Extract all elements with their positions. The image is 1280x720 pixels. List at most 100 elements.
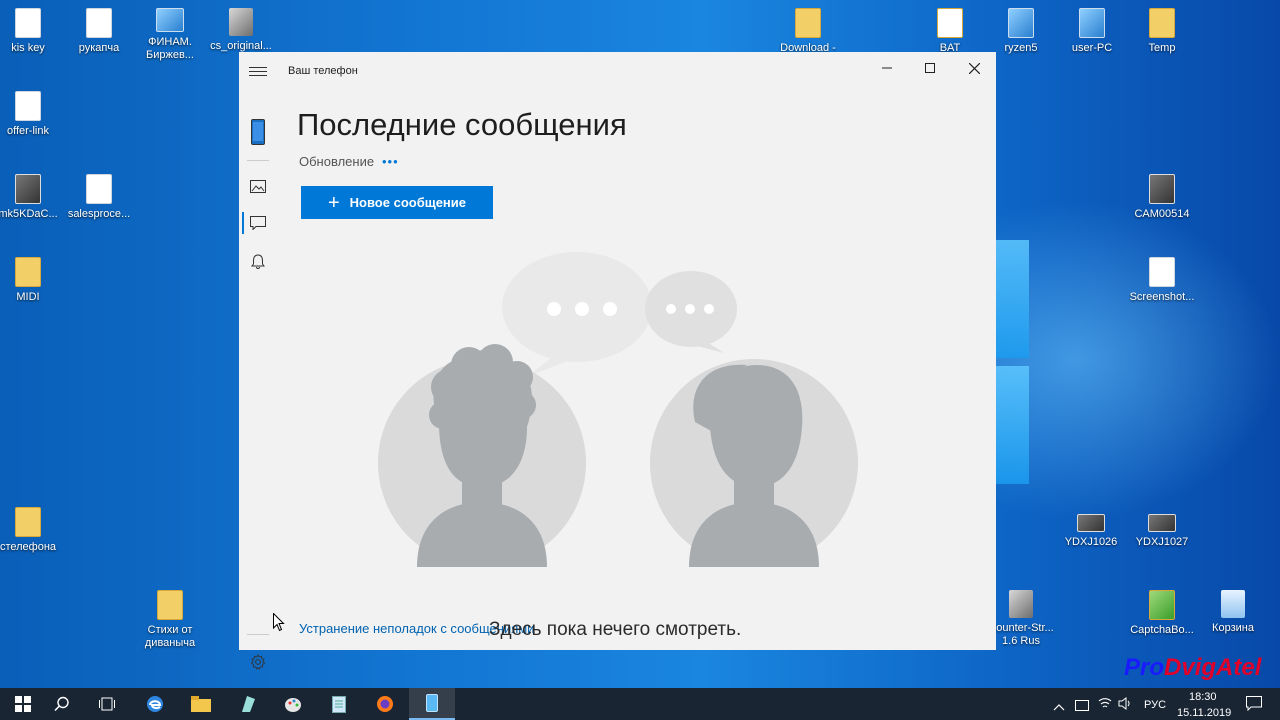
taskbar-notepad[interactable] — [316, 688, 362, 720]
desktop-icon-download[interactable]: Download - — [770, 8, 846, 55]
taskbar-paint[interactable] — [270, 688, 316, 720]
desktop-icon-rukapcha[interactable]: рукапча — [61, 8, 137, 55]
desktop-icon-captchabo[interactable]: CaptchaBo... — [1124, 590, 1200, 637]
taskbar-file-explorer[interactable] — [178, 688, 224, 720]
app-shortcut-icon — [156, 8, 184, 32]
refresh-status: Обновление — [299, 154, 375, 169]
sidebar-divider — [247, 160, 269, 161]
start-icon — [15, 696, 31, 712]
loading-dots: ••• — [382, 154, 399, 169]
close-button[interactable] — [952, 52, 996, 84]
desktop-icon-stikhi[interactable]: Стихи от диваныча — [132, 590, 208, 650]
sidebar-divider — [247, 634, 269, 635]
action-center-button[interactable] — [1246, 696, 1262, 716]
folder-icon — [15, 507, 41, 537]
desktop-icon-ydxj1026[interactable]: YDXJ1026 — [1053, 514, 1129, 549]
document-icon — [86, 174, 112, 204]
sidebar-nav — [239, 90, 277, 670]
close-icon — [968, 62, 980, 74]
search-icon — [54, 696, 69, 712]
new-message-button[interactable]: + Новое сообщение — [301, 186, 493, 219]
watermark: ProDvigAtel — [1124, 654, 1261, 682]
show-hidden-icons-button[interactable] — [1053, 698, 1065, 716]
edge-icon — [147, 696, 163, 712]
minimize-button[interactable] — [865, 52, 909, 84]
tray-app-icon — [1075, 700, 1089, 711]
file-explorer-icon — [191, 696, 211, 712]
folder-icon — [157, 590, 183, 620]
notifications-icon — [251, 253, 265, 269]
sidebar-item-messages[interactable] — [239, 209, 277, 237]
video-icon — [1148, 514, 1176, 532]
desktop-icon-temp[interactable]: Temp — [1124, 8, 1200, 55]
taskbar-edge[interactable] — [132, 688, 178, 720]
recycle-bin-icon — [1221, 590, 1245, 618]
desktop-icon-cs-original[interactable]: cs_original... — [203, 8, 279, 53]
desktop-icon-mk5kdac[interactable]: mk5KDaC... — [0, 174, 66, 221]
search-button[interactable] — [39, 688, 85, 720]
app-icon — [242, 696, 255, 712]
taskbar-firefox[interactable] — [362, 688, 408, 720]
desktop-icon-midi[interactable]: MIDI — [0, 257, 66, 304]
volume-button[interactable] — [1118, 697, 1132, 715]
title-bar[interactable]: Ваш телефон — [239, 52, 996, 90]
mouse-cursor-icon — [273, 613, 285, 632]
game-icon — [1009, 590, 1033, 618]
desktop-icon-ryzen5[interactable]: ryzen5 — [983, 8, 1059, 55]
chevron-up-icon — [1053, 704, 1065, 711]
window-title: Ваш телефон — [288, 65, 358, 77]
plus-icon: + — [327, 191, 340, 214]
computer-icon — [1008, 8, 1034, 38]
computer-icon — [1079, 8, 1105, 38]
language-indicator[interactable]: РУС — [1144, 699, 1166, 711]
network-button[interactable] — [1098, 696, 1112, 715]
folder-icon — [795, 8, 821, 38]
taskbar-your-phone[interactable] — [409, 688, 455, 720]
sidebar-item-photos[interactable] — [239, 172, 277, 200]
minimize-icon — [882, 67, 892, 69]
desktop-icon-user-pc[interactable]: user-PC — [1054, 8, 1130, 55]
document-icon — [15, 91, 41, 121]
image-icon — [1149, 174, 1175, 204]
your-phone-icon — [426, 694, 438, 712]
desktop-icon-kis-key[interactable]: kis key — [0, 8, 66, 55]
tray-app-button[interactable] — [1075, 698, 1089, 716]
empty-state-text: Здесь пока нечего смотреть. — [489, 619, 742, 640]
clock-date[interactable]: 15.11.2019 — [1177, 707, 1231, 719]
empty-conversation-illustration — [378, 252, 858, 567]
document-icon — [15, 8, 41, 38]
task-view-button[interactable] — [84, 688, 130, 720]
folder-icon — [15, 257, 41, 287]
sidebar-item-phone[interactable] — [239, 112, 277, 152]
taskbar-app[interactable] — [224, 688, 270, 720]
game-icon — [229, 8, 253, 36]
sidebar-item-notifications[interactable] — [239, 247, 277, 275]
maximize-button[interactable] — [908, 52, 952, 84]
wifi-icon — [1098, 698, 1112, 708]
desktop-icon-screenshot[interactable]: Screenshot... — [1124, 257, 1200, 304]
clock-time[interactable]: 18:30 — [1189, 691, 1217, 703]
task-view-icon — [99, 697, 115, 711]
desktop-icon-bat[interactable]: BAT — [912, 8, 988, 55]
notifications-tray-icon — [1246, 696, 1262, 712]
firefox-icon — [377, 696, 393, 712]
notepad-icon — [332, 696, 346, 713]
sidebar-item-settings[interactable] — [239, 648, 277, 676]
desktop-icon-offer-link[interactable]: offer-link — [0, 91, 66, 138]
video-icon — [1077, 514, 1105, 532]
desktop-icon-stelefona[interactable]: стелефона — [0, 507, 66, 554]
maximize-icon — [925, 63, 935, 73]
hamburger-menu-icon[interactable] — [249, 64, 267, 78]
document-icon — [1149, 257, 1175, 287]
desktop-icon-cam00514[interactable]: CAM00514 — [1124, 174, 1200, 221]
desktop-icon-salesproce[interactable]: salesproce... — [61, 174, 137, 221]
new-message-label: Новое сообщение — [349, 195, 467, 210]
your-phone-window: Ваш телефон Последние сообщения Обновлен… — [239, 52, 996, 670]
paint-icon — [285, 698, 301, 712]
taskbar: РУС 18:30 15.11.2019 — [0, 688, 1280, 720]
desktop-icon-finam[interactable]: ФИНАМ. Биржев... — [132, 8, 208, 62]
desktop-icon-ydxj1027[interactable]: YDXJ1027 — [1124, 514, 1200, 549]
desktop-icon-korzina[interactable]: Корзина — [1195, 590, 1271, 635]
watermark-dvigatel: DvigAtel — [1164, 654, 1262, 681]
page-title: Последние сообщения — [297, 107, 627, 142]
